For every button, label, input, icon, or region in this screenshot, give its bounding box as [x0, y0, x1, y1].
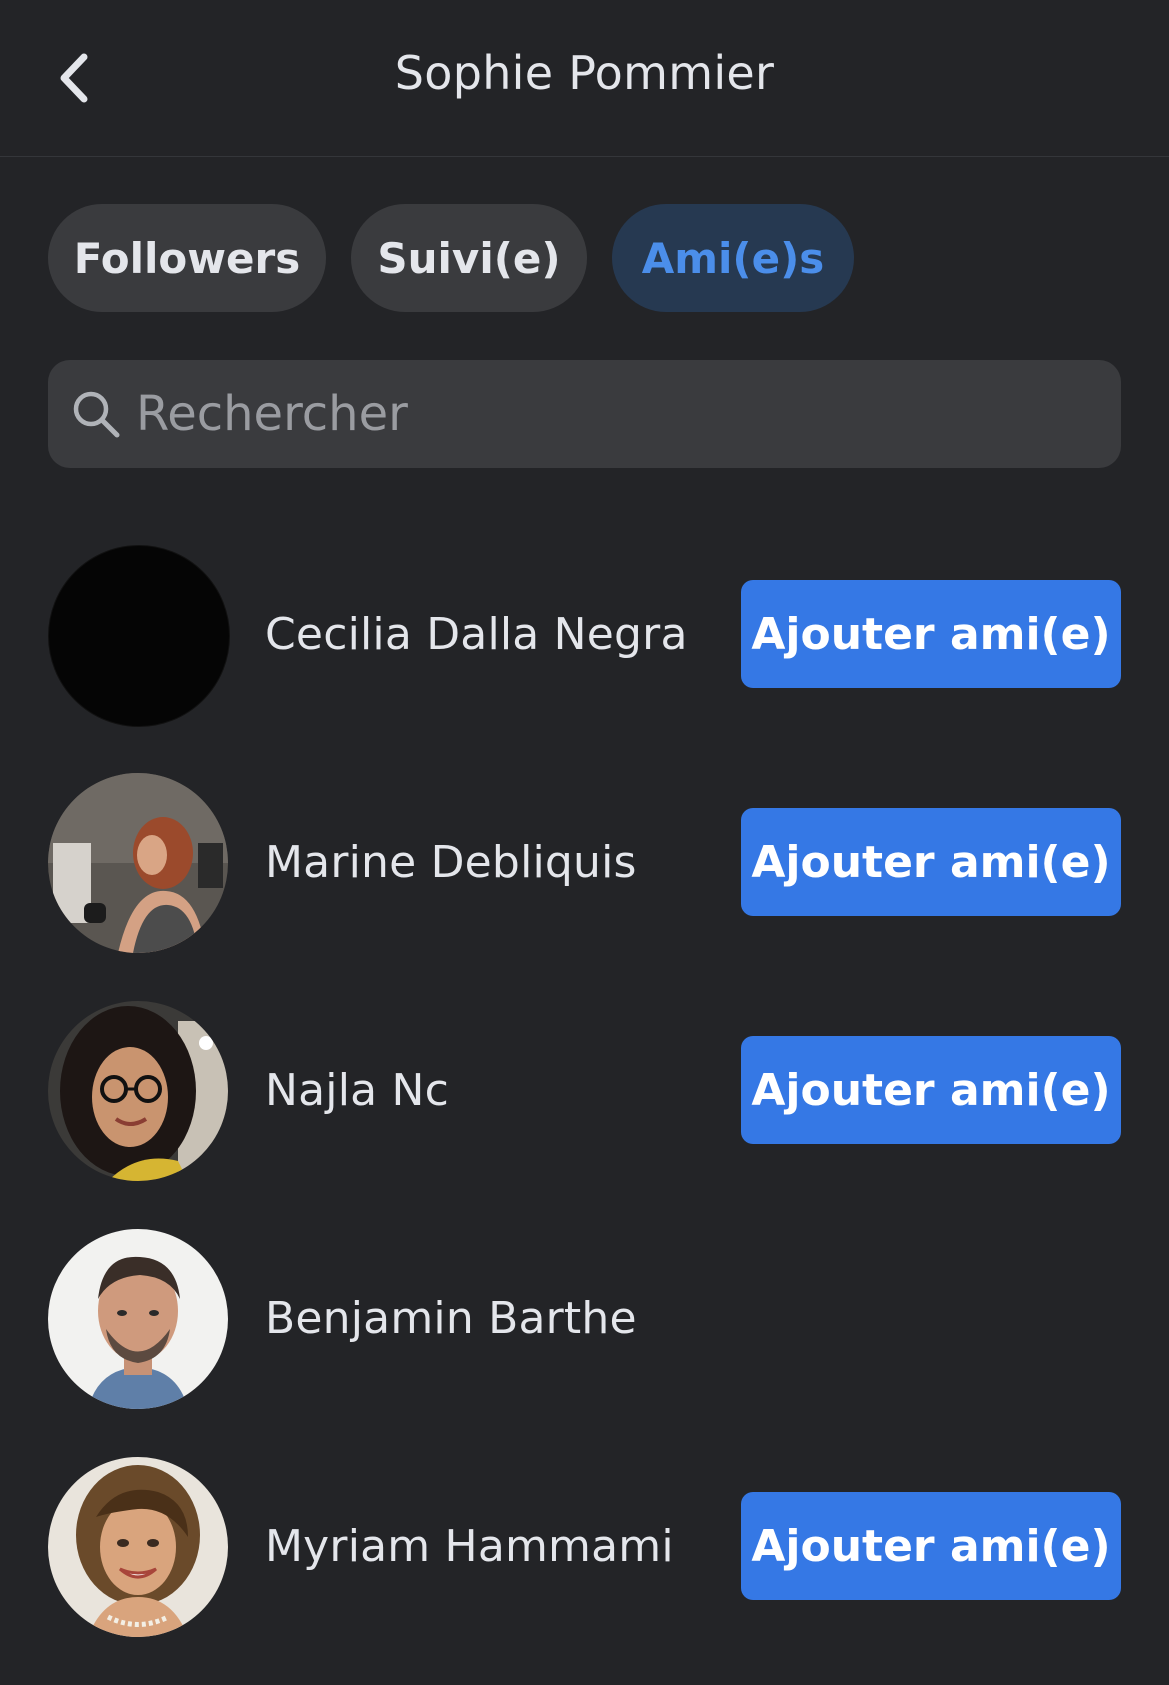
avatar[interactable]: [48, 773, 228, 953]
add-friend-button[interactable]: Ajouter ami(e): [741, 1036, 1121, 1144]
person-name[interactable]: Cecilia Dalla Negra: [265, 609, 688, 660]
add-friend-button[interactable]: Ajouter ami(e): [741, 1492, 1121, 1600]
avatar[interactable]: [48, 545, 230, 727]
friend-list: Cecilia Dalla Negra Ajouter ami(e) Marin…: [0, 545, 1169, 1685]
add-friend-button[interactable]: Ajouter ami(e): [741, 808, 1121, 916]
search-bar[interactable]: [48, 360, 1121, 468]
list-item: Myriam Hammami Ajouter ami(e): [0, 1457, 1169, 1685]
tab-followers[interactable]: Followers: [48, 204, 326, 312]
avatar[interactable]: [48, 1229, 228, 1409]
page-title: Sophie Pommier: [394, 46, 775, 100]
person-name[interactable]: Myriam Hammami: [265, 1521, 674, 1572]
list-item: Cecilia Dalla Negra Ajouter ami(e): [0, 545, 1169, 773]
add-friend-button[interactable]: Ajouter ami(e): [741, 580, 1121, 688]
tab-friends[interactable]: Ami(e)s: [612, 204, 854, 312]
list-item: Najla Nc Ajouter ami(e): [0, 1001, 1169, 1229]
filter-tabs: Followers Suivi(e) Ami(e)s: [48, 204, 854, 312]
person-name[interactable]: Najla Nc: [265, 1065, 449, 1116]
search-input[interactable]: [136, 386, 1036, 442]
list-item: Benjamin Barthe: [0, 1229, 1169, 1457]
person-name[interactable]: Marine Debliquis: [265, 837, 637, 888]
person-name[interactable]: Benjamin Barthe: [265, 1293, 637, 1344]
top-bar: Sophie Pommier: [0, 0, 1169, 157]
list-item: Marine Debliquis Ajouter ami(e): [0, 773, 1169, 1001]
search-icon: [70, 388, 122, 440]
avatar[interactable]: [48, 1001, 228, 1181]
tab-following[interactable]: Suivi(e): [351, 204, 587, 312]
avatar[interactable]: [48, 1457, 228, 1637]
